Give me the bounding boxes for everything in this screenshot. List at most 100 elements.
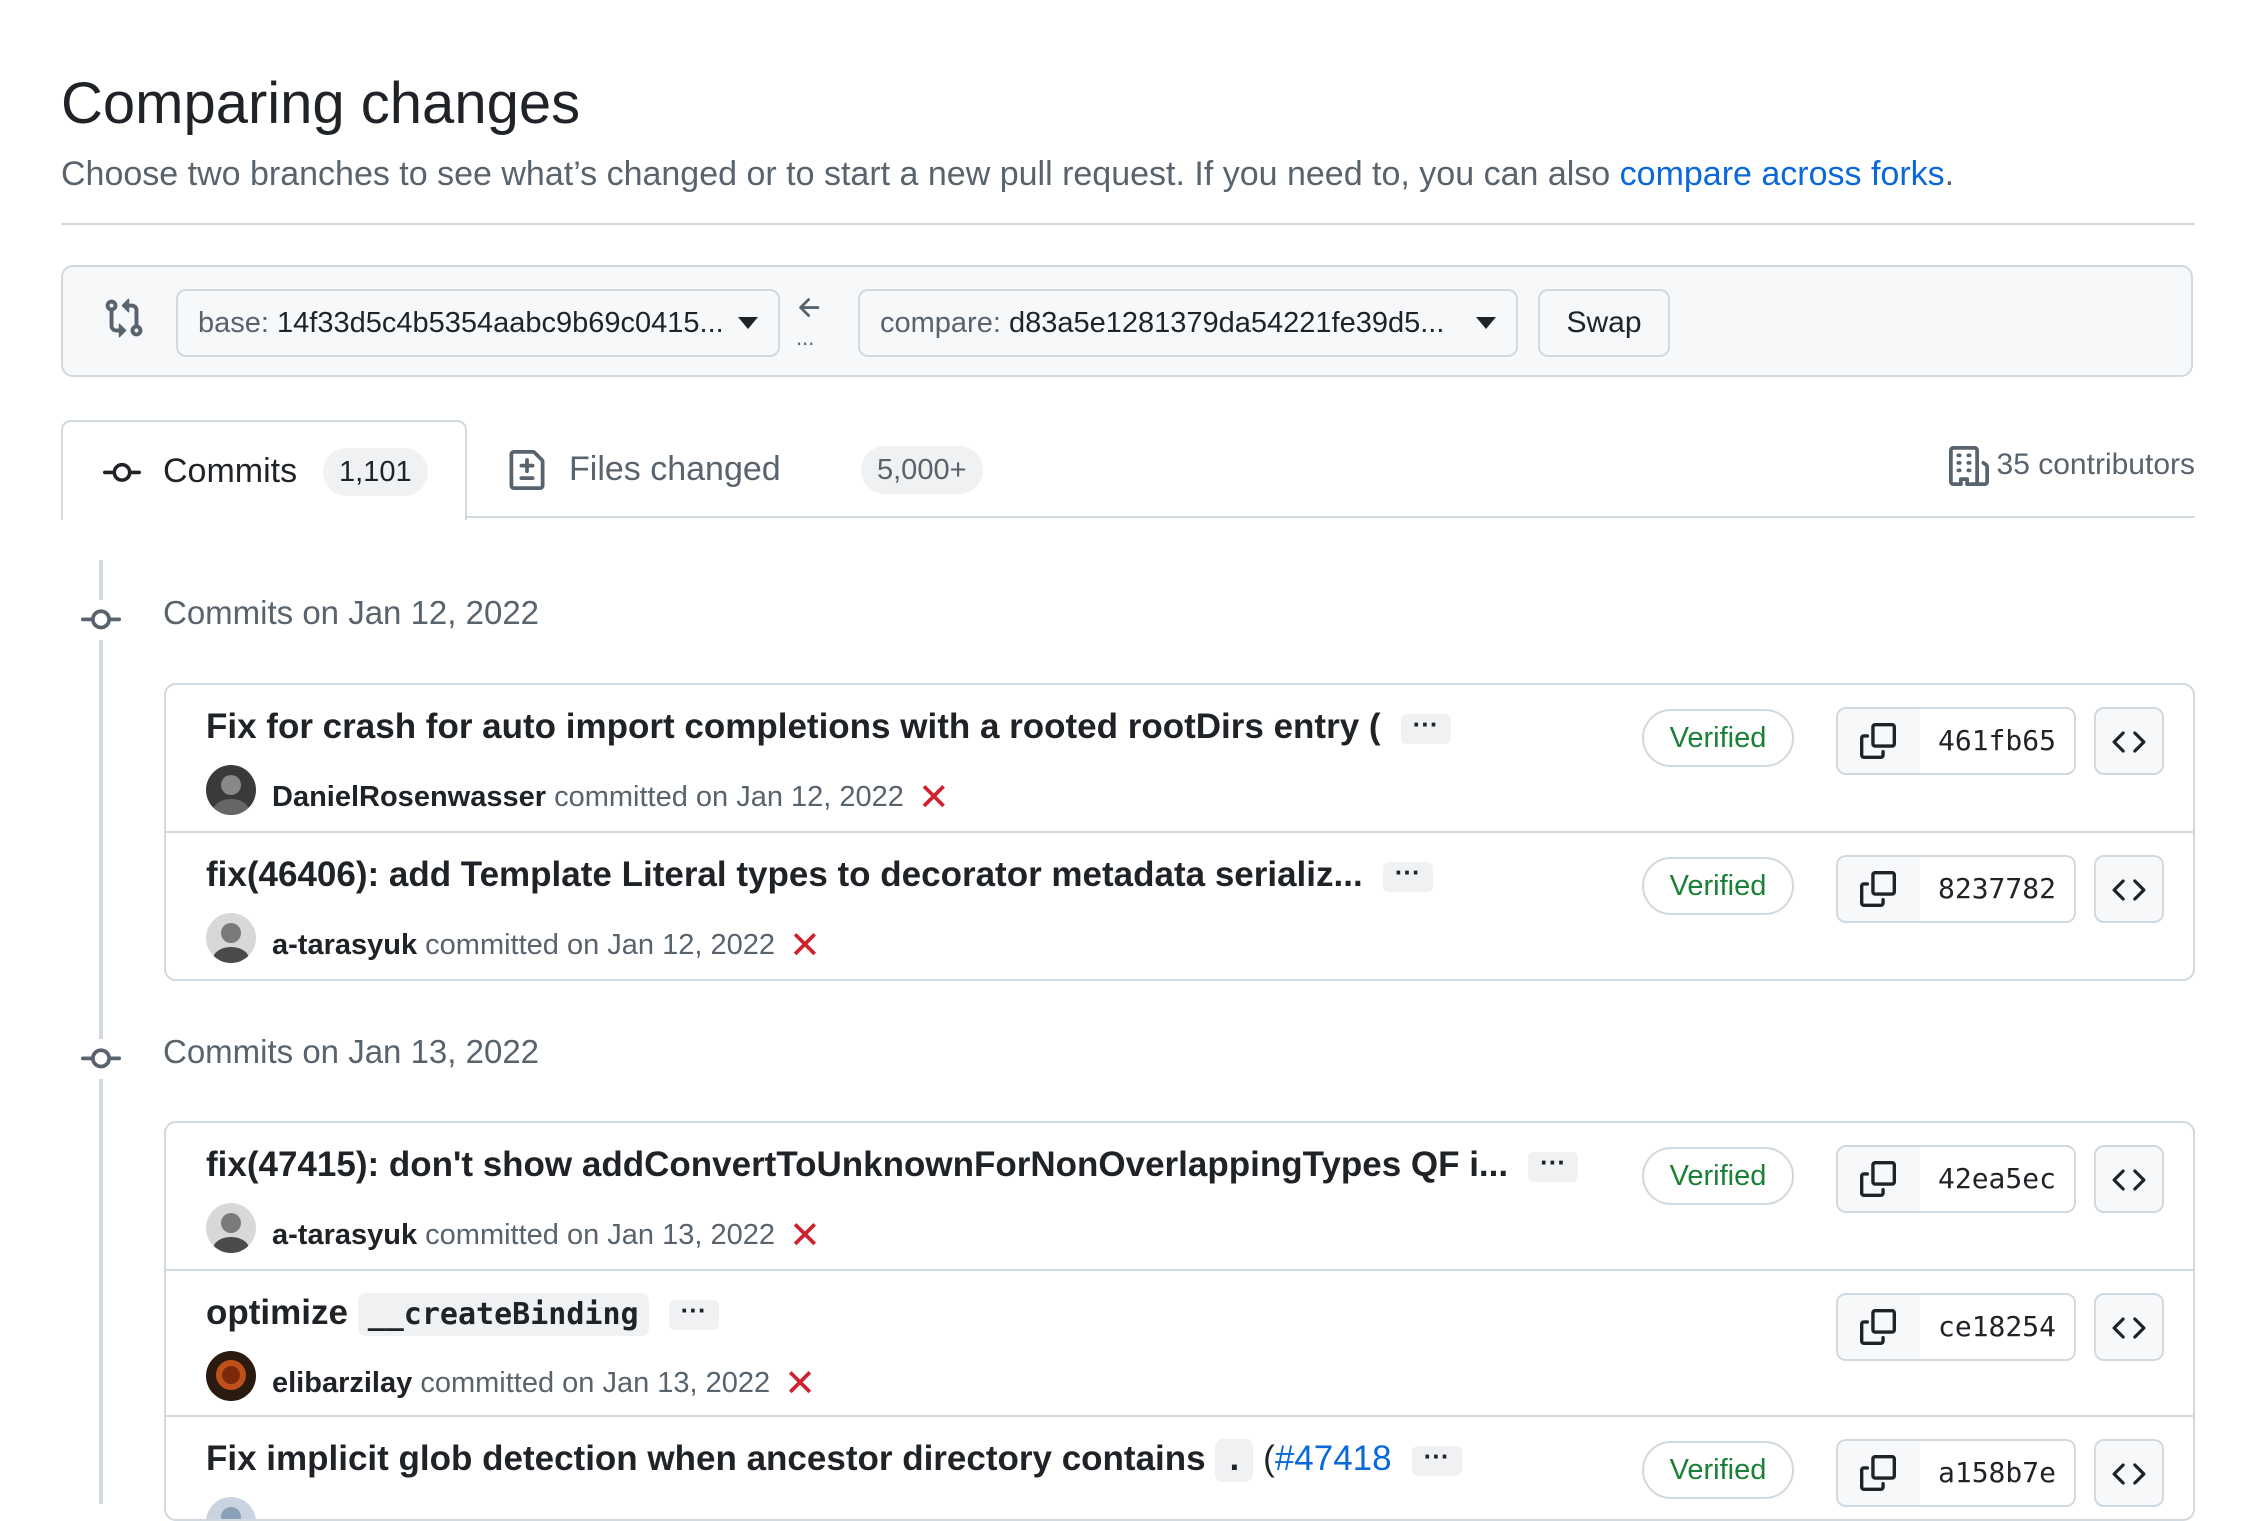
compare-arrow: ... [790, 289, 830, 359]
verified-badge[interactable]: Verified [1642, 1441, 1794, 1499]
page-title: Comparing changes [61, 71, 581, 136]
avatar[interactable] [206, 1497, 256, 1519]
copy-sha-button[interactable] [1838, 709, 1922, 773]
check-failed-icon[interactable]: ✕ [918, 777, 950, 819]
base-prefix: base: [198, 307, 269, 339]
commit-sha-link[interactable]: 42ea5ec [1920, 1147, 2074, 1211]
commit-message-text: Fix implicit glob detection when ancesto… [206, 1439, 1206, 1478]
files-counter: 5,000+ [861, 446, 983, 494]
user-avatar-icon [206, 765, 256, 815]
copy-sha-button[interactable] [1838, 857, 1922, 921]
expand-ellipsis-button[interactable]: ··· [1382, 859, 1433, 892]
commit-date: committed on Jan 12, 2022 [425, 929, 775, 961]
tab-commits-label: Commits [163, 452, 298, 490]
commit-message[interactable]: fix(46406): add Template Literal types t… [206, 855, 1433, 895]
avatar[interactable] [206, 913, 256, 963]
commit-message[interactable]: optimize __createBinding ··· [206, 1293, 719, 1336]
chevron-down-icon [1476, 317, 1496, 329]
avatar[interactable] [206, 1351, 256, 1401]
expand-ellipsis-button[interactable]: ··· [1400, 711, 1451, 744]
divider [61, 223, 2195, 225]
base-branch-select[interactable]: base: 14f33d5c4b5354aabc9b69c0415... [176, 289, 780, 357]
verified-badge[interactable]: Verified [1642, 709, 1794, 767]
swap-button[interactable]: Swap [1538, 289, 1670, 357]
commit-date: committed on Jan 13, 2022 [425, 1219, 775, 1251]
range-dots: ... [796, 325, 815, 350]
author-link[interactable]: elibarzilay [272, 1367, 412, 1399]
compare-branch-select[interactable]: compare: d83a5e1281379da54221fe39d5... [858, 289, 1518, 357]
copy-sha-button[interactable] [1838, 1441, 1922, 1505]
compare-value: d83a5e1281379da54221fe39d5... [1008, 307, 1445, 339]
git-commit-icon [81, 1039, 121, 1079]
code-icon [2112, 1463, 2146, 1485]
sha-button-group: 8237782 [1836, 855, 2076, 923]
expand-ellipsis-button[interactable]: ··· [668, 1297, 719, 1330]
browse-repo-button[interactable] [2094, 1145, 2164, 1213]
expand-ellipsis-button[interactable]: ··· [1411, 1443, 1462, 1476]
user-avatar-icon [206, 1497, 256, 1519]
check-failed-icon[interactable]: ✕ [784, 1363, 816, 1405]
check-failed-icon[interactable]: ✕ [789, 1215, 821, 1257]
code-icon [2112, 731, 2146, 753]
commit-byline: elibarzilay committed on Jan 13, 2022 ✕ [272, 1361, 816, 1406]
commit-list: fix(47415): don't show addConvertToUnkno… [164, 1121, 2195, 1521]
range-editor: base: 14f33d5c4b5354aabc9b69c0415... ...… [61, 265, 2193, 377]
sha-button-group: 42ea5ec [1836, 1145, 2076, 1213]
subtitle-text: Choose two branches to see what’s change… [61, 155, 1620, 193]
page-subtitle: Choose two branches to see what’s change… [61, 155, 1954, 194]
avatar[interactable] [206, 1203, 256, 1253]
user-avatar-icon [206, 1351, 256, 1401]
copy-sha-button[interactable] [1838, 1147, 1922, 1211]
author-link[interactable]: a-tarasyuk [272, 929, 417, 961]
file-diff-icon [509, 450, 545, 490]
commit-message[interactable]: fix(47415): don't show addConvertToUnkno… [206, 1145, 1579, 1185]
commit-sha-link[interactable]: ce18254 [1920, 1295, 2074, 1359]
user-avatar-icon [206, 1203, 256, 1253]
browse-repo-button[interactable] [2094, 1439, 2164, 1507]
commit-list: Fix for crash for auto import completion… [164, 683, 2195, 981]
commits-counter: 1,101 [323, 448, 428, 496]
commit-message[interactable]: Fix implicit glob detection when ancesto… [206, 1439, 1462, 1482]
author-link[interactable]: a-tarasyuk [272, 1219, 417, 1251]
commit-row: optimize __createBinding ··· elibarzilay … [166, 1269, 2193, 1415]
commit-row: fix(47415): don't show addConvertToUnkno… [166, 1123, 2193, 1269]
tab-files-changed[interactable]: Files changed 5,000+ [467, 420, 1007, 518]
compare-across-forks-link[interactable]: compare across forks [1620, 155, 1945, 193]
copy-icon [1860, 1161, 1896, 1197]
code-icon [2112, 1169, 2146, 1191]
copy-icon [1860, 1309, 1896, 1345]
code-icon [2112, 1317, 2146, 1339]
browse-repo-button[interactable] [2094, 1293, 2164, 1361]
copy-icon [1860, 723, 1896, 759]
tab-commits[interactable]: Commits 1,101 [61, 420, 467, 520]
author-link[interactable]: DanielRosenwasser [272, 781, 546, 813]
commit-group-date: Commits on Jan 13, 2022 [163, 1033, 540, 1070]
base-value: 14f33d5c4b5354aabc9b69c0415... [277, 307, 724, 339]
copy-sha-button[interactable] [1838, 1295, 1922, 1359]
compare-page: Comparing changes Choose two branches to… [61, 0, 2195, 1521]
commit-message[interactable]: Fix for crash for auto import completion… [206, 707, 1451, 747]
commit-group-date: Commits on Jan 12, 2022 [163, 594, 540, 631]
sha-button-group: 461fb65 [1836, 707, 2076, 775]
commit-sha-link[interactable]: a158b7e [1920, 1441, 2074, 1505]
expand-ellipsis-button[interactable]: ··· [1528, 1149, 1579, 1182]
commit-row: fix(46406): add Template Literal types t… [166, 831, 2193, 977]
subtitle-end: . [1944, 155, 1955, 193]
message-paren: ( [1263, 1439, 1275, 1478]
copy-icon [1860, 871, 1896, 907]
browse-repo-button[interactable] [2094, 855, 2164, 923]
commit-date: committed on Jan 13, 2022 [420, 1367, 771, 1399]
verified-badge[interactable]: Verified [1642, 1147, 1794, 1205]
avatar[interactable] [206, 765, 256, 815]
commit-sha-link[interactable]: 8237782 [1920, 857, 2074, 921]
verified-badge[interactable]: Verified [1642, 857, 1794, 915]
commit-row: Fix implicit glob detection when ancesto… [166, 1415, 2193, 1519]
git-commit-icon [103, 462, 141, 482]
commit-sha-link[interactable]: 461fb65 [1920, 709, 2074, 773]
contributors-link[interactable]: 35 contributors [1948, 446, 2195, 486]
compare-tabs: Commits 1,101 Files changed 5,000+ 35 co… [61, 420, 2195, 520]
check-failed-icon[interactable]: ✕ [789, 925, 821, 967]
pull-request-link[interactable]: #47418 [1275, 1439, 1392, 1478]
browse-repo-button[interactable] [2094, 707, 2164, 775]
sha-button-group: ce18254 [1836, 1293, 2076, 1361]
